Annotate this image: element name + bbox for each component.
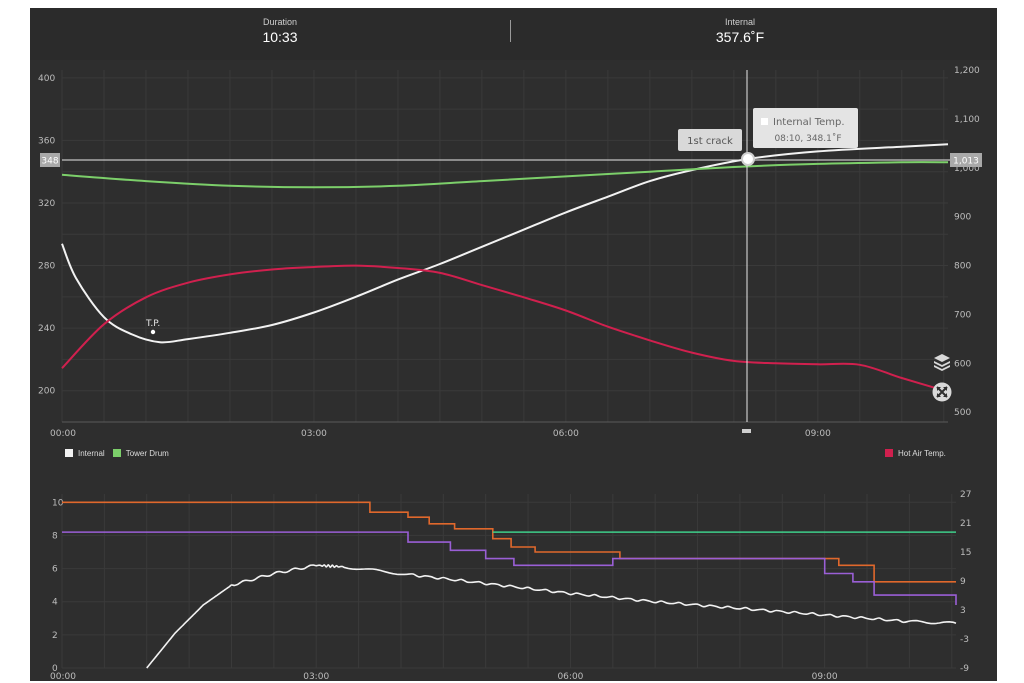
duration-stat: Duration 10:33 — [180, 17, 380, 45]
tooltip-value: 08:10, 348.1˚F — [774, 133, 841, 144]
y-left-tick-label: 320 — [38, 199, 55, 209]
main-y-right-axis: 1,2001,1001,000900800700600500 — [954, 66, 980, 418]
control-x-axis: 00:00 03:00 06:00 09:00 — [50, 672, 838, 681]
y-left-tick-label: 400 — [38, 74, 55, 84]
expand-icon — [932, 382, 952, 402]
y-left-tick-label: 240 — [38, 324, 55, 334]
internal-value: 357.6˚F — [715, 29, 765, 45]
y-right-tick-label: 600 — [954, 359, 971, 369]
legend-label-tower-drum: Tower Drum — [125, 449, 169, 458]
crack-point-marker[interactable] — [741, 152, 755, 166]
y-left-tick-label: 10 — [52, 498, 64, 508]
x-tick-label: 03:00 — [303, 672, 329, 681]
roast-app-window: Duration 10:33 Internal 357.6˚F 400 360 32… — [30, 8, 997, 681]
x-tick-label: 09:00 — [812, 672, 838, 681]
layers-button[interactable] — [931, 351, 953, 373]
main-series — [61, 143, 949, 393]
y-left-tick-label: 8 — [52, 531, 58, 541]
control-grid — [61, 494, 956, 669]
y-left-tick-label: 200 — [38, 387, 55, 397]
tooltip-swatch — [761, 118, 768, 125]
timeline-handle[interactable] — [742, 429, 751, 433]
internal-temp-line — [61, 143, 949, 344]
internal-stat: Internal 357.6˚F — [640, 17, 840, 45]
tower-drum-line — [61, 161, 949, 189]
legend-right: Hot Air Temp. — [885, 449, 954, 458]
main-chart[interactable]: 400360320280240200 1,2001,1001,000900800… — [30, 60, 997, 442]
x-tick-label: 06:00 — [557, 672, 583, 681]
duration-label: Duration — [262, 17, 298, 27]
y-right-tick-label: 900 — [954, 213, 971, 223]
y-right-tick-label: 27 — [960, 490, 971, 500]
y-right-tick-label: 500 — [954, 408, 971, 418]
y-right-tick-label: 9 — [960, 577, 966, 587]
control-series — [62, 501, 957, 669]
stats-header: Duration 10:33 Internal 357.6˚F — [30, 8, 997, 60]
y-right-tick-label: 21 — [960, 519, 971, 529]
y-right-tick-label: 3 — [960, 606, 966, 616]
y-left-tick-label: 360 — [38, 136, 55, 146]
expand-button[interactable] — [931, 381, 953, 403]
legend-label-internal: Internal — [78, 449, 105, 458]
control-y-right-axis: 27 21 15 9 3 -3 -9 — [960, 490, 971, 674]
header-divider — [510, 20, 511, 42]
control-chart[interactable]: 1086420 27211593-3-9 00:00 03:00 06:00 09:0… — [30, 486, 997, 681]
crosshair-right-label: 1,013 — [953, 157, 979, 167]
y-right-tick-label: 15 — [960, 548, 971, 558]
hot-air-temp-line — [61, 264, 949, 393]
legend-item-tower-drum[interactable]: Tower Drum — [112, 449, 169, 458]
x-tick-label: 06:00 — [553, 429, 579, 439]
y-right-tick-label: 700 — [954, 310, 971, 320]
y-right-tick-label: -3 — [960, 635, 969, 645]
crosshair-y-label: 348 — [41, 157, 58, 167]
x-tick-label: 09:00 — [805, 429, 831, 439]
x-tick-label: 03:00 — [301, 429, 327, 439]
y-left-tick-label: 280 — [38, 262, 55, 272]
y-right-tick-label: -9 — [960, 664, 969, 674]
tooltip-title: Internal Temp. — [773, 117, 845, 128]
white-control-line — [146, 564, 957, 669]
y-right-tick-label: 1,200 — [954, 66, 980, 76]
main-x-axis: 00:00 03:00 06:00 09:00 — [50, 429, 831, 439]
main-y-left-axis: 400 360 320 280 240 200 — [38, 74, 55, 397]
internal-label: Internal — [724, 17, 756, 27]
legend-label-hot-air: Hot Air Temp. — [898, 449, 946, 458]
legend-item-internal[interactable]: Internal — [65, 449, 105, 458]
crack-label: 1st crack — [687, 136, 733, 147]
tp-marker[interactable] — [150, 329, 156, 335]
y-left-tick-label: 4 — [52, 598, 58, 608]
y-left-tick-label: 2 — [52, 631, 58, 641]
y-left-tick-label: 6 — [52, 565, 58, 575]
x-tick-label: 00:00 — [50, 429, 76, 439]
duration-value: 10:33 — [262, 29, 298, 45]
y-right-tick-label: 800 — [954, 262, 971, 272]
orange-control-line — [62, 501, 956, 583]
legend-left: Internal Tower Drum — [65, 449, 177, 458]
layers-icon — [934, 354, 950, 371]
y-right-tick-label: 1,100 — [954, 115, 980, 125]
tp-label: T.P. — [145, 319, 160, 329]
x-tick-label: 00:00 — [50, 672, 76, 681]
legend-item-hot-air[interactable]: Hot Air Temp. — [885, 449, 946, 458]
